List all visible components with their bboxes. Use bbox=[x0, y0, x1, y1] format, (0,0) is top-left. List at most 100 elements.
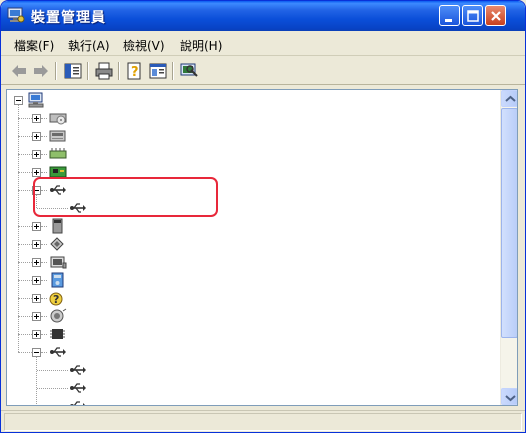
tree-item[interactable] bbox=[7, 145, 497, 163]
status-pane bbox=[4, 413, 522, 431]
tree-connector bbox=[18, 352, 32, 353]
menu-action[interactable]: 執行(A) bbox=[68, 37, 110, 54]
scrollbar-thumb[interactable] bbox=[501, 108, 517, 338]
tree-connector bbox=[18, 226, 32, 227]
expand-toggle[interactable] bbox=[32, 258, 41, 267]
expand-toggle[interactable] bbox=[32, 276, 41, 285]
tree-child-item[interactable] bbox=[7, 397, 497, 405]
expand-toggle[interactable] bbox=[32, 312, 41, 321]
cdrom-icon bbox=[49, 113, 67, 125]
tree-connector bbox=[37, 388, 68, 389]
menu-view[interactable]: 檢視(V) bbox=[123, 37, 165, 54]
tree-connector bbox=[41, 334, 47, 335]
show-hide-tree-icon[interactable] bbox=[63, 61, 83, 81]
menu-help[interactable]: 說明(H) bbox=[180, 37, 222, 54]
tree-connector bbox=[41, 262, 47, 263]
expand-toggle[interactable] bbox=[32, 330, 41, 339]
tree-root[interactable] bbox=[7, 91, 497, 109]
window-title: 裝置管理員 bbox=[31, 10, 106, 26]
expand-toggle[interactable] bbox=[32, 132, 41, 141]
scan-hardware-icon[interactable] bbox=[179, 61, 199, 81]
tree-item[interactable] bbox=[7, 343, 497, 361]
expand-toggle[interactable] bbox=[32, 168, 41, 177]
pcmcia-icon bbox=[52, 218, 63, 234]
highlight-annotation bbox=[33, 177, 218, 217]
tree-connector bbox=[18, 172, 32, 173]
tree-connector bbox=[18, 298, 32, 299]
firewire-icon bbox=[49, 148, 67, 159]
sound-icon bbox=[50, 308, 67, 323]
usb-icon bbox=[70, 401, 85, 405]
tree-connector bbox=[41, 226, 47, 227]
tree-item[interactable] bbox=[7, 235, 497, 253]
tree-connector bbox=[18, 280, 32, 281]
console-view-icon[interactable] bbox=[148, 61, 168, 81]
back-arrow-icon[interactable] bbox=[9, 61, 29, 81]
tree-connector bbox=[18, 244, 32, 245]
maximize-icon bbox=[467, 10, 479, 22]
title-bar[interactable]: 裝置管理員 bbox=[1, 1, 525, 31]
tree-connector bbox=[41, 352, 47, 353]
tree-child-item[interactable] bbox=[7, 379, 497, 397]
expand-toggle[interactable] bbox=[32, 222, 41, 231]
scsi-icon bbox=[50, 237, 64, 251]
print-icon[interactable] bbox=[94, 61, 114, 81]
tree-connector bbox=[41, 118, 47, 119]
hid-icon bbox=[50, 256, 67, 269]
tree-item[interactable] bbox=[7, 271, 497, 289]
device-manager-window: 裝置管理員 檔案(F) 執行(A) 檢視(V) 說明(H) ? ? bbox=[0, 0, 526, 433]
menu-file[interactable]: 檔案(F) bbox=[14, 37, 54, 54]
svg-text:?: ? bbox=[131, 65, 139, 80]
tree-connector bbox=[36, 357, 37, 405]
close-button[interactable] bbox=[485, 5, 506, 26]
tree-connector bbox=[18, 316, 32, 317]
expand-toggle[interactable] bbox=[32, 114, 41, 123]
toolbar-separator bbox=[55, 62, 56, 80]
maximize-button[interactable] bbox=[462, 5, 483, 26]
chevron-down-icon bbox=[505, 395, 516, 402]
tree-item[interactable] bbox=[7, 217, 497, 235]
close-icon bbox=[491, 11, 501, 21]
tree-connector bbox=[41, 172, 47, 173]
usb-icon bbox=[50, 347, 66, 357]
help-properties-icon[interactable]: ? bbox=[125, 61, 145, 81]
tree-connector bbox=[18, 118, 32, 119]
tree-connector bbox=[41, 154, 47, 155]
minimize-icon bbox=[445, 19, 452, 22]
ide-controller-icon bbox=[49, 130, 66, 142]
system-device-icon bbox=[51, 272, 64, 288]
tree-item[interactable] bbox=[7, 325, 497, 343]
scroll-down-button[interactable] bbox=[501, 388, 517, 405]
toolbar-separator bbox=[87, 62, 88, 80]
device-tree-view[interactable]: ? bbox=[6, 89, 518, 406]
toolbar-separator bbox=[118, 62, 119, 80]
toolbar-separator bbox=[172, 62, 173, 80]
chevron-up-icon bbox=[505, 95, 516, 102]
usb-icon bbox=[70, 383, 86, 393]
tree-connector bbox=[41, 136, 47, 137]
computer-icon bbox=[28, 92, 44, 108]
tree-item[interactable]: ? bbox=[7, 289, 497, 307]
tree-connector bbox=[18, 154, 32, 155]
tree-connector bbox=[18, 105, 19, 352]
usb-icon bbox=[70, 365, 86, 375]
svg-text:?: ? bbox=[53, 293, 59, 306]
tree-item[interactable] bbox=[7, 307, 497, 325]
unknown-device-icon: ? bbox=[49, 292, 63, 306]
tree-child-item[interactable] bbox=[7, 361, 497, 379]
expand-toggle[interactable] bbox=[32, 240, 41, 249]
tree-item[interactable] bbox=[7, 253, 497, 271]
tree-connector bbox=[41, 244, 47, 245]
tree-connector bbox=[41, 280, 47, 281]
collapse-toggle[interactable] bbox=[14, 96, 23, 105]
minimize-button[interactable] bbox=[439, 5, 460, 26]
vertical-scrollbar[interactable] bbox=[500, 90, 517, 405]
expand-toggle[interactable] bbox=[32, 294, 41, 303]
tree-item[interactable] bbox=[7, 109, 497, 127]
forward-arrow-icon[interactable] bbox=[31, 61, 51, 81]
collapse-toggle[interactable] bbox=[32, 348, 41, 357]
scroll-up-button[interactable] bbox=[501, 90, 517, 107]
expand-toggle[interactable] bbox=[32, 150, 41, 159]
tree-connector bbox=[41, 316, 47, 317]
tree-item[interactable] bbox=[7, 127, 497, 145]
